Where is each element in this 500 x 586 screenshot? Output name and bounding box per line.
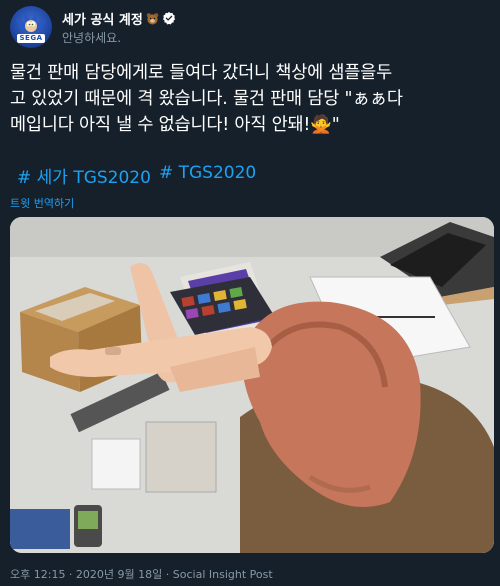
hashtag-sega-tgs2020[interactable]: # 세가 TGS2020 bbox=[17, 163, 151, 188]
tweet-line: 메입니다 아직 낼 수 없습니다! 아직 안돼!🙅" bbox=[10, 115, 340, 135]
photo-icon bbox=[10, 217, 494, 553]
tweet-header: SEGA 세가 공식 계정 안녕하세요. bbox=[10, 6, 490, 48]
translate-tweet-link[interactable]: 트윗 번역하기 bbox=[10, 195, 74, 211]
tweet-photo[interactable] bbox=[10, 217, 494, 553]
hashtag-row: # 세가 TGS2020 # TGS2020 bbox=[17, 163, 256, 188]
sega-logo: SEGA bbox=[17, 34, 45, 43]
verified-badge-icon bbox=[162, 11, 175, 25]
hashtag-tgs2020[interactable]: # TGS2020 bbox=[159, 163, 256, 188]
tweet-line: 물건 판매 담당에게로 들여다 갔더니 책상에 샘플을두 bbox=[10, 63, 392, 83]
bear-emoji-icon bbox=[146, 12, 159, 25]
account-handle: 안녕하세요. bbox=[62, 31, 122, 45]
account-name[interactable]: 세가 공식 계정 bbox=[62, 9, 143, 28]
mascot-icon bbox=[16, 12, 46, 32]
name-row: 세가 공식 계정 bbox=[62, 9, 176, 28]
tweet-line: 고 있었기 때문에 격 왔습니다. 물건 판매 담당 "ぁぁ다 bbox=[10, 89, 403, 109]
tweet-timestamp[interactable]: 오후 12:15 · 2020년 9월 18일 · Social Insight… bbox=[10, 566, 273, 582]
avatar[interactable]: SEGA bbox=[10, 6, 52, 48]
tweet-text: 물건 판매 담당에게로 들여다 갔더니 책상에 샘플을두 고 있었기 때문에 격… bbox=[10, 60, 492, 138]
